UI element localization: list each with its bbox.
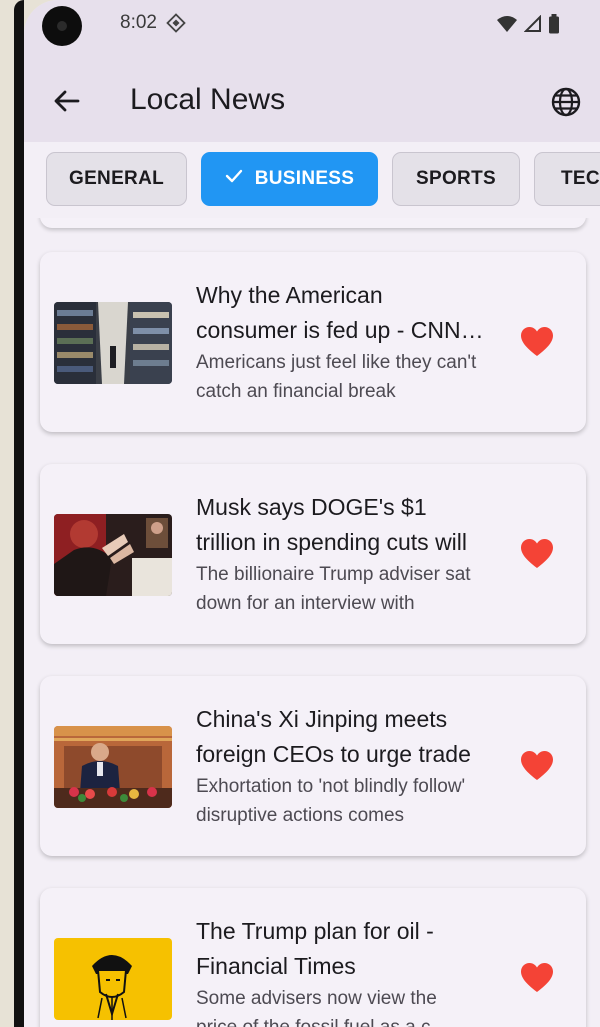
wifi-icon [497, 16, 517, 32]
signal-icon [524, 15, 541, 32]
article-title: The Trump plan for oil - Financial Times [196, 918, 434, 979]
chip-label: TECHNOLOGY [561, 168, 600, 189]
heart-icon [521, 539, 553, 568]
heart-icon [521, 327, 553, 356]
device-bezel [14, 0, 24, 1027]
battery-icon [549, 14, 559, 34]
previous-card-edge [40, 218, 586, 228]
app-header: 8:02 Local News [24, 0, 600, 142]
article-description: Some advisers now view the price of the … [196, 988, 437, 1027]
article-description: Americans just feel like they can't catc… [196, 352, 477, 402]
category-chips: GENERAL BUSINESS SPORTS TECHNOLOGY [24, 142, 600, 218]
article-title: Why the American consumer is fed up - CN… [196, 282, 461, 343]
news-list[interactable]: Why the American consumer is fed up - CN… [24, 218, 600, 1027]
heart-icon [521, 751, 553, 780]
check-icon [225, 168, 243, 190]
globe-icon [551, 87, 581, 117]
page-title: Local News [130, 83, 286, 116]
chip-label: BUSINESS [254, 168, 355, 189]
article-image [54, 938, 172, 1020]
chip-label: SPORTS [416, 168, 496, 189]
favorite-button[interactable] [520, 962, 554, 994]
heart-icon [521, 963, 553, 992]
favorite-button[interactable] [520, 538, 554, 570]
news-card[interactable]: The Trump plan for oil - Financial Times… [40, 888, 586, 1027]
status-time: 8:02 [120, 12, 157, 33]
favorite-button[interactable] [520, 750, 554, 782]
arrow-back-icon [54, 90, 80, 112]
article-image [54, 302, 172, 384]
language-button[interactable] [550, 86, 582, 118]
front-camera [42, 6, 82, 46]
article-title: China's Xi Jinping meets foreign CEOs to… [196, 706, 471, 767]
article-image [54, 726, 172, 808]
app-screen: 8:02 Local News GENERAL BUSINESS SPORTS … [24, 0, 600, 1027]
article-description: Exhortation to 'not blindly follow' disr… [196, 776, 466, 826]
news-card[interactable]: Musk says DOGE's $1 trillion in spending… [40, 464, 586, 644]
chip-general[interactable]: GENERAL [46, 152, 187, 206]
news-card[interactable]: Why the American consumer is fed up - CN… [40, 252, 586, 432]
article-description: The billionaire Trump adviser sat down f… [196, 564, 471, 614]
chip-business[interactable]: BUSINESS [201, 152, 378, 206]
status-icons [496, 14, 560, 34]
device-edge [0, 0, 14, 1027]
chip-label: GENERAL [69, 168, 164, 189]
favorite-button[interactable] [520, 326, 554, 358]
chip-technology[interactable]: TECHNOLOGY [534, 152, 600, 206]
article-title: Musk says DOGE's $1 trillion in spending… [196, 494, 468, 555]
chip-sports[interactable]: SPORTS [392, 152, 520, 206]
notification-icon [166, 13, 186, 38]
back-button[interactable] [50, 84, 84, 118]
article-image [54, 514, 172, 596]
news-card[interactable]: China's Xi Jinping meets foreign CEOs to… [40, 676, 586, 856]
